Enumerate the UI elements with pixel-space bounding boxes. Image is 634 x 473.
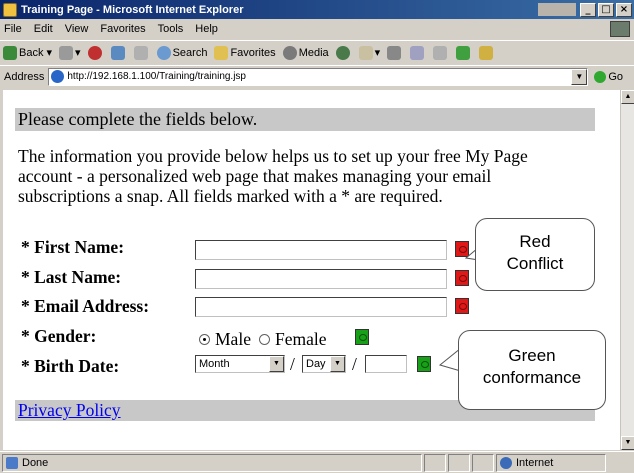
- status-cell-blank: [424, 453, 446, 472]
- status-cell-blank: [448, 453, 470, 472]
- status-cell-blank: [472, 453, 494, 472]
- vertical-scrollbar[interactable]: ▲ ▼: [620, 90, 634, 450]
- page-done-icon: [6, 456, 18, 469]
- internet-globe-icon: [500, 456, 512, 469]
- status-bar: Done Internet: [0, 451, 634, 473]
- scroll-up-icon[interactable]: ▲: [621, 90, 634, 104]
- green-conformance-callout: Green conformance: [458, 330, 606, 410]
- scroll-down-icon[interactable]: ▼: [621, 436, 634, 450]
- status-text-cell: Done: [2, 453, 422, 472]
- red-conflict-callout: Red Conflict: [475, 218, 595, 291]
- zone-cell: Internet: [496, 453, 606, 472]
